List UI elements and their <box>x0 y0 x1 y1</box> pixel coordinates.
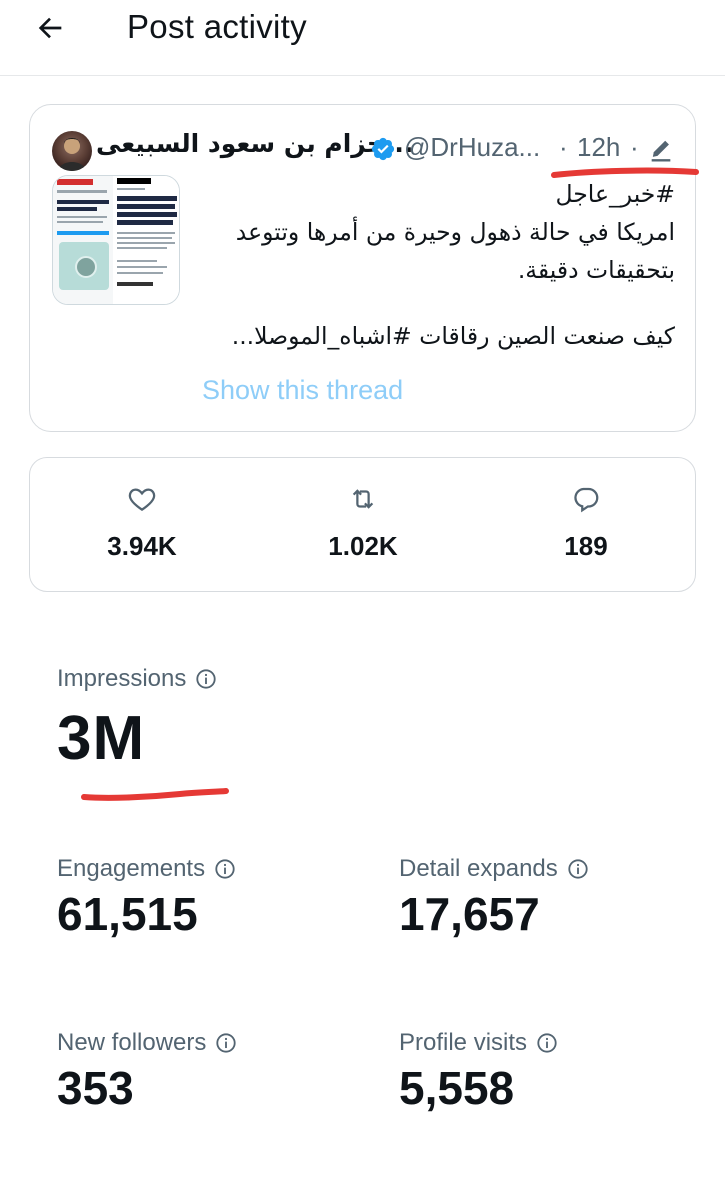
new-followers-value: 353 <box>57 1062 134 1114</box>
profile-visits-value: 5,558 <box>399 1062 515 1114</box>
replies-value: 189 <box>564 531 608 561</box>
info-icon[interactable] <box>536 1032 558 1054</box>
info-icon[interactable] <box>214 858 236 880</box>
reply-bubble-icon <box>574 487 599 513</box>
info-icon[interactable] <box>567 858 589 880</box>
new-followers-label: New followers <box>57 1029 207 1056</box>
likes-value: 3.94K <box>107 531 177 561</box>
page-title: Post activity <box>127 8 307 45</box>
detail-expands-value: 17,657 <box>399 888 540 940</box>
tweet-hashtag-line[interactable]: #خبر_عاجل <box>195 175 675 213</box>
author-handle[interactable]: @DrHuza... <box>404 132 540 163</box>
profile-visits-label: Profile visits <box>399 1029 528 1056</box>
tweet-text-line: بتحقيقات دقيقة. <box>517 256 675 284</box>
show-thread-link[interactable]: Show this thread <box>202 375 403 406</box>
new-followers-metric: New followers 353 <box>57 1029 237 1115</box>
likes-count[interactable]: 3.94K <box>72 484 212 562</box>
retweets-value: 1.02K <box>328 531 398 561</box>
tweet-text-line: كيف صنعت الصين رقاقات #اشباه_الموصلا... <box>231 322 675 350</box>
engagements-label: Engagements <box>57 855 206 882</box>
info-icon[interactable] <box>195 668 217 690</box>
engagement-counts-card: 3.94K 1.02K 189 <box>29 457 696 592</box>
heart-icon <box>128 488 156 511</box>
verified-badge-icon <box>371 137 395 161</box>
article-screenshot-right <box>115 176 179 304</box>
header: Post activity <box>0 0 725 76</box>
tweet-card[interactable]: ...حزام بن سعود السبيعى @DrHuza... · 12h… <box>29 104 699 432</box>
impressions-value: 3M <box>57 704 146 773</box>
retweets-count[interactable]: 1.02K <box>293 484 433 562</box>
tweet-meta: ...حزام بن سعود السبيعى @DrHuza... · 12h… <box>30 105 695 171</box>
impressions-label: Impressions <box>57 665 187 692</box>
detail-expands-label: Detail expands <box>399 855 558 882</box>
arrow-left-icon <box>38 17 62 39</box>
tweet-text[interactable]: #خبر_عاجل امريكا في حالة ذهول وحيرة من أ… <box>195 175 675 355</box>
info-icon[interactable] <box>215 1032 237 1054</box>
replies-count[interactable]: 189 <box>516 484 656 562</box>
engagements-value: 61,515 <box>57 888 198 940</box>
red-annotation-underline <box>81 788 229 801</box>
edited-pencil-icon[interactable] <box>647 137 675 165</box>
separator-dot: · <box>559 132 568 162</box>
avatar[interactable] <box>52 131 92 171</box>
tweet-text-line: امريكا في حالة ذهول وحيرة من أمرها وتتوع… <box>235 218 675 246</box>
impressions-metric: Impressions 3M <box>57 665 217 774</box>
article-screenshot-left <box>53 176 113 304</box>
detail-expands-metric: Detail expands 17,657 <box>399 855 589 941</box>
profile-visits-metric: Profile visits 5,558 <box>399 1029 558 1115</box>
engagements-metric: Engagements 61,515 <box>57 855 236 941</box>
tweet-time[interactable]: 12h <box>577 132 620 163</box>
media-thumbnail[interactable] <box>52 175 180 305</box>
back-button[interactable] <box>30 10 70 46</box>
retweet-icon <box>352 489 374 509</box>
author-name[interactable]: ...حزام بن سعود السبيعى <box>96 129 413 158</box>
separator-dot: · <box>630 132 639 162</box>
